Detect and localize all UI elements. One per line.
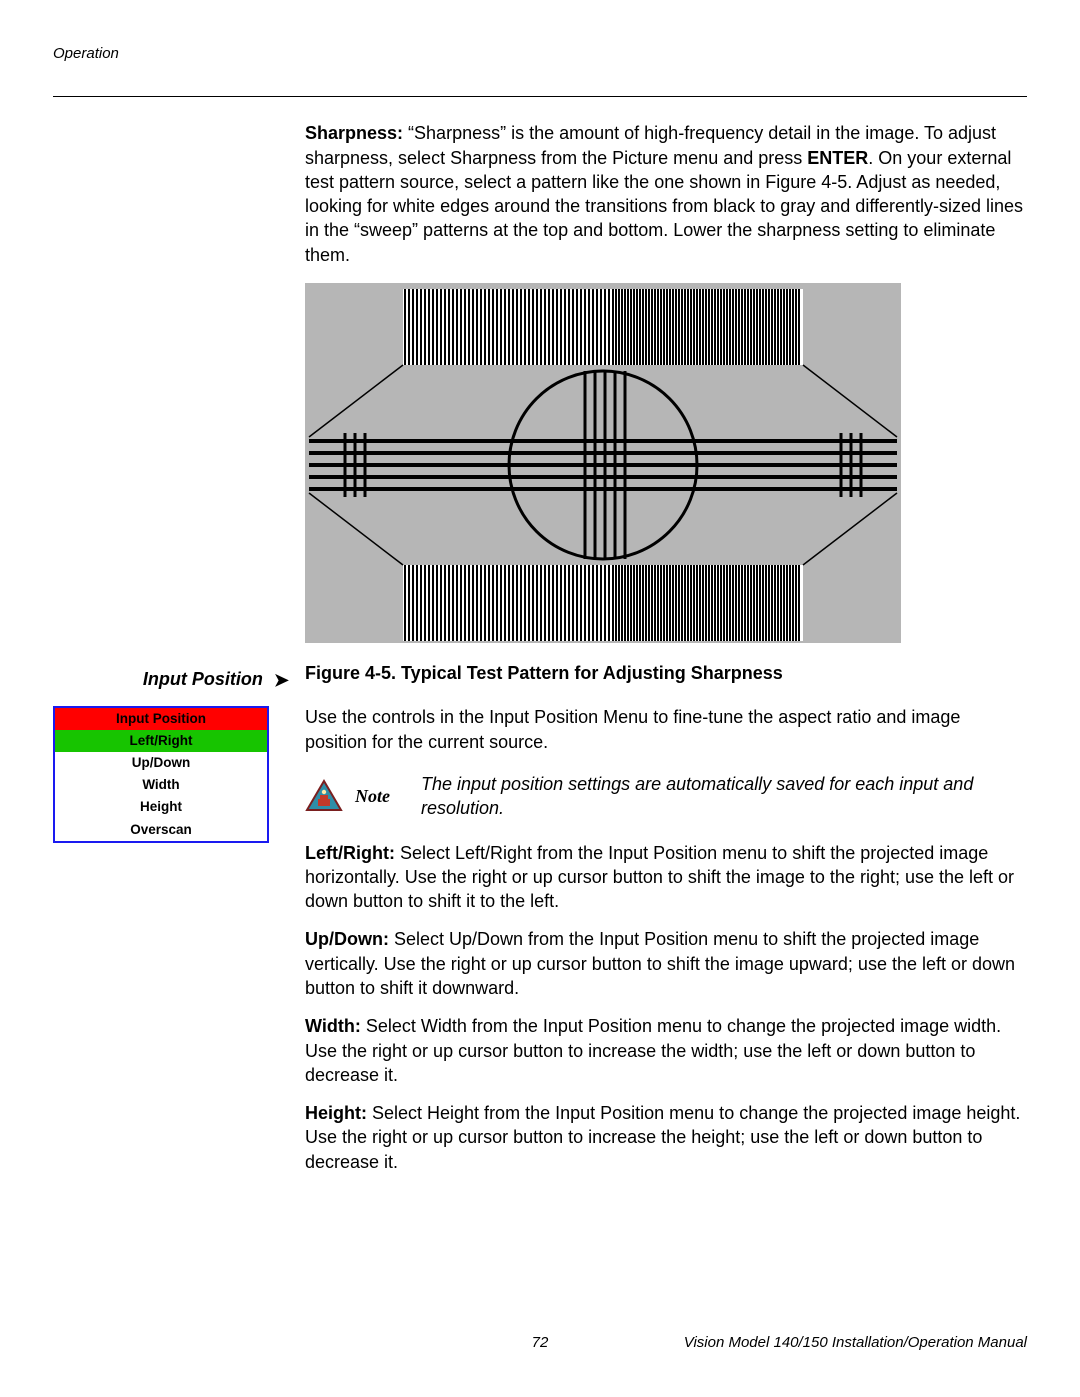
- test-pattern-svg: [305, 283, 901, 643]
- enter-key: ENTER: [807, 148, 868, 168]
- width-paragraph: Width: Select Width from the Input Posit…: [305, 1014, 1027, 1087]
- note-label: Note: [355, 784, 411, 808]
- osd-title: Input Position: [55, 708, 267, 730]
- updown-paragraph: Up/Down: Select Up/Down from the Input P…: [305, 927, 1027, 1000]
- test-pattern-image: [305, 283, 901, 643]
- figure-4-5: Figure 4-5. Typical Test Pattern for Adj…: [305, 283, 1027, 685]
- width-text: Select Width from the Input Position men…: [305, 1016, 1001, 1085]
- leftright-label: Left/Right:: [305, 843, 395, 863]
- figure-caption: Figure 4-5. Typical Test Pattern for Adj…: [305, 661, 1027, 685]
- note-text: The input position settings are automati…: [421, 772, 1027, 821]
- section-label-input-position: Input Position ➤: [53, 667, 295, 691]
- running-header: Operation: [53, 44, 1027, 64]
- osd-menu-input-position: Input Position Left/Right Up/Down Width …: [53, 706, 269, 843]
- sidebar-column: Input Position ➤ Input Position Left/Rig…: [53, 121, 301, 1188]
- page-footer: 72 Vision Model 140/150 Installation/Ope…: [53, 1333, 1027, 1353]
- height-text: Select Height from the Input Position me…: [305, 1103, 1020, 1172]
- width-label: Width:: [305, 1016, 361, 1036]
- main-column: Sharpness: “Sharpness” is the amount of …: [305, 121, 1027, 1188]
- header-rule: [53, 96, 1027, 97]
- leftright-text: Select Left/Right from the Input Positio…: [305, 843, 1014, 912]
- osd-item: Overscan: [55, 819, 267, 841]
- sharpness-label: Sharpness:: [305, 123, 403, 143]
- height-label: Height:: [305, 1103, 367, 1123]
- updown-text: Select Up/Down from the Input Position m…: [305, 929, 1015, 998]
- height-paragraph: Height: Select Height from the Input Pos…: [305, 1101, 1027, 1174]
- osd-item: Width: [55, 774, 267, 796]
- note-block: Note The input position settings are aut…: [305, 772, 1027, 821]
- section-label-text: Input Position: [143, 669, 263, 689]
- leftright-paragraph: Left/Right: Select Left/Right from the I…: [305, 841, 1027, 914]
- osd-item: Up/Down: [55, 752, 267, 774]
- input-position-intro: Use the controls in the Input Position M…: [305, 705, 1027, 754]
- arrow-right-icon: ➤: [274, 670, 289, 690]
- osd-item: Height: [55, 796, 267, 818]
- note-icon: [305, 779, 345, 813]
- updown-label: Up/Down:: [305, 929, 389, 949]
- manual-title: Vision Model 140/150 Installation/Operat…: [684, 1333, 1027, 1353]
- osd-item-highlight: Left/Right: [55, 730, 267, 752]
- sharpness-paragraph: Sharpness: “Sharpness” is the amount of …: [305, 121, 1027, 267]
